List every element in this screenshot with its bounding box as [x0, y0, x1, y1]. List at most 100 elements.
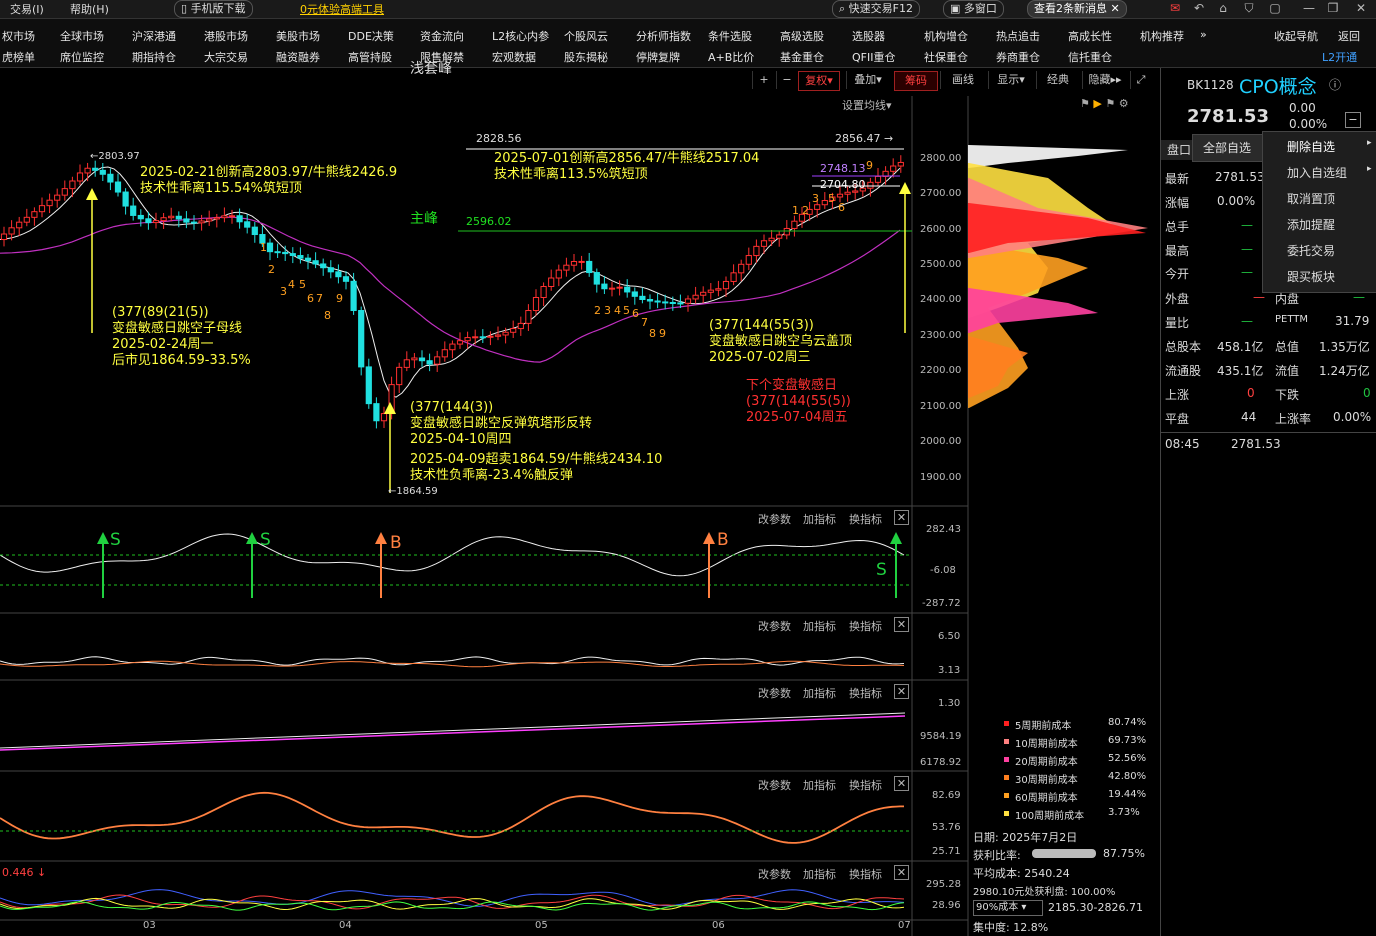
close-panel-icon[interactable]: ✕ — [894, 776, 909, 791]
nav-item[interactable]: 美股市场 — [276, 28, 320, 44]
menu-add-watch-group[interactable]: 加入自选组 — [1287, 164, 1347, 181]
messages-button[interactable]: 查看2条新消息 ✕ — [1027, 0, 1127, 18]
annotation-3-line1: (377(89(21(5)) — [112, 305, 209, 320]
nav-item[interactable]: 沪深港通 — [132, 28, 176, 44]
close-panel-icon[interactable]: ✕ — [894, 865, 909, 880]
info-icon[interactable]: ⓘ — [1329, 76, 1341, 93]
menu-add-alert[interactable]: 添加提醒 — [1287, 216, 1335, 233]
cost-label: 100周期前成本 — [1015, 811, 1085, 822]
nav-item[interactable]: 热点追击 — [996, 28, 1040, 44]
panel-button[interactable]: 改参数 — [758, 685, 791, 701]
mail-icon[interactable]: ✉ — [1166, 1, 1184, 15]
panel-button[interactable]: 改参数 — [758, 511, 791, 527]
nav-item[interactable]: 宏观数据 — [492, 49, 536, 65]
home-icon[interactable]: ⌂ — [1214, 1, 1232, 15]
menu-trade[interactable]: 交易(I) — [10, 1, 44, 17]
sub4-line — [0, 791, 904, 844]
panel-button[interactable]: 改参数 — [758, 777, 791, 793]
row-label: 今开 — [1165, 267, 1190, 281]
nav-item[interactable]: 基金重仓 — [780, 49, 824, 65]
nav-item[interactable]: 大宗交易 — [204, 49, 248, 65]
nav-item[interactable]: 券商重仓 — [996, 49, 1040, 65]
promo-link[interactable]: 0元体验高端工具 — [300, 1, 384, 17]
annotation-6-line1: (377(144(55(3)) — [709, 318, 814, 333]
quick-trade-button[interactable]: ⌕ 快速交易F12 — [832, 0, 920, 18]
multi-window-button[interactable]: ▣ 多窗口 — [943, 0, 1004, 18]
shirt-icon[interactable]: ⛉ — [1240, 1, 1258, 15]
nav-item[interactable]: 高成长性 — [1068, 28, 1112, 44]
candle-body — [563, 264, 570, 271]
panel-button[interactable]: 换指标 — [849, 777, 882, 793]
nav-item[interactable]: 权市场 — [2, 28, 35, 44]
restore-icon[interactable]: ❐ — [1324, 1, 1342, 15]
nav-item[interactable]: 机构推荐 — [1140, 28, 1184, 44]
cost-value: 69.73% — [1108, 735, 1147, 746]
nav-item[interactable]: 高管持股 — [348, 49, 392, 65]
cost-swatch — [1004, 793, 1009, 798]
menu-delete-watch[interactable]: 删除自选 — [1287, 138, 1335, 155]
nav-item[interactable]: 高级选股 — [780, 28, 824, 44]
menu-help[interactable]: 帮助(H) — [70, 1, 109, 17]
nav-item[interactable]: 分析师指数 — [636, 28, 691, 44]
nav-item[interactable]: 全球市场 — [60, 28, 104, 44]
back-button[interactable]: 返回 — [1338, 28, 1360, 44]
concentration: 集中度: 12.8% — [973, 921, 1049, 934]
nav-item[interactable]: 虎榜单 — [2, 49, 35, 65]
nav-item[interactable]: QFII重仓 — [852, 49, 895, 65]
candle-body — [335, 271, 342, 278]
panel-button[interactable]: 加指标 — [803, 511, 836, 527]
close-panel-icon[interactable]: ✕ — [894, 510, 909, 525]
minimize-icon[interactable]: — — [1300, 1, 1318, 15]
lock-icon[interactable]: ▢ — [1266, 1, 1284, 15]
nav-item[interactable]: 资金流向 — [420, 28, 464, 44]
menu-unpin[interactable]: 取消置顶 — [1287, 190, 1335, 207]
nav-item[interactable]: A+B比价 — [708, 49, 754, 65]
menu-order-trade[interactable]: 委托交易 — [1287, 242, 1335, 259]
nav-item[interactable]: 信托重仓 — [1068, 49, 1112, 65]
panel-button[interactable]: 加指标 — [803, 777, 836, 793]
nav-item[interactable]: 融资融券 — [276, 49, 320, 65]
nav-item[interactable]: 席位监控 — [60, 49, 104, 65]
remove-watch-icon[interactable]: − — [1345, 112, 1361, 128]
back-icon[interactable]: ↶ — [1190, 1, 1208, 15]
panel-button[interactable]: 加指标 — [803, 866, 836, 882]
nav-item[interactable]: L2核心内参 — [492, 28, 549, 44]
chart-canvas[interactable] — [0, 68, 1158, 936]
nav-item[interactable]: 机构增仓 — [924, 28, 968, 44]
nav-menu: 权市场 全球市场 沪深港通 港股市场 美股市场 DDE决策 资金流向 L2核心内… — [0, 19, 1376, 68]
cost-swatch — [1004, 811, 1009, 816]
nav-item[interactable]: 停牌复牌 — [636, 49, 680, 65]
more-icon[interactable]: » — [1200, 28, 1207, 41]
tick-price: 2781.53 — [1231, 437, 1281, 451]
close-panel-icon[interactable]: ✕ — [894, 684, 909, 699]
mobile-download-button[interactable]: ▯ 手机版下载 — [174, 0, 253, 18]
nav-item[interactable]: 港股市场 — [204, 28, 248, 44]
panel-button[interactable]: 加指标 — [803, 685, 836, 701]
panel-button[interactable]: 换指标 — [849, 511, 882, 527]
cost-select[interactable]: 90%成本 ▾ — [973, 900, 1043, 916]
all-watchlist-tab[interactable]: 全部自选 — [1192, 134, 1272, 162]
menu-follow-sector[interactable]: 跟买板块 — [1287, 268, 1335, 285]
collapse-nav-button[interactable]: 收起导航 — [1274, 28, 1318, 44]
panel-button[interactable]: 换指标 — [849, 618, 882, 634]
panel-button[interactable]: 加指标 — [803, 618, 836, 634]
panel-button[interactable]: 换指标 — [849, 685, 882, 701]
close-icon[interactable]: ✕ — [1352, 1, 1370, 15]
signal-s: S — [876, 560, 887, 580]
nav-item[interactable]: DDE决策 — [348, 28, 394, 44]
candle-body — [114, 181, 122, 193]
nav-item[interactable]: 个股风云 — [564, 28, 608, 44]
nav-item[interactable]: 社保重仓 — [924, 49, 968, 65]
nav-item[interactable]: 股东揭秘 — [564, 49, 608, 65]
candle-body — [525, 310, 532, 324]
y-tick: 2300.00 — [920, 330, 962, 341]
panel-button[interactable]: 改参数 — [758, 866, 791, 882]
close-panel-icon[interactable]: ✕ — [894, 617, 909, 632]
l2-open-link[interactable]: L2开通 — [1322, 49, 1357, 65]
panel-button[interactable]: 改参数 — [758, 618, 791, 634]
nav-item[interactable]: 期指持仓 — [132, 49, 176, 65]
candle-body — [700, 291, 707, 296]
panel-button[interactable]: 换指标 — [849, 866, 882, 882]
nav-item[interactable]: 选股器 — [852, 28, 885, 44]
nav-item[interactable]: 条件选股 — [708, 28, 752, 44]
